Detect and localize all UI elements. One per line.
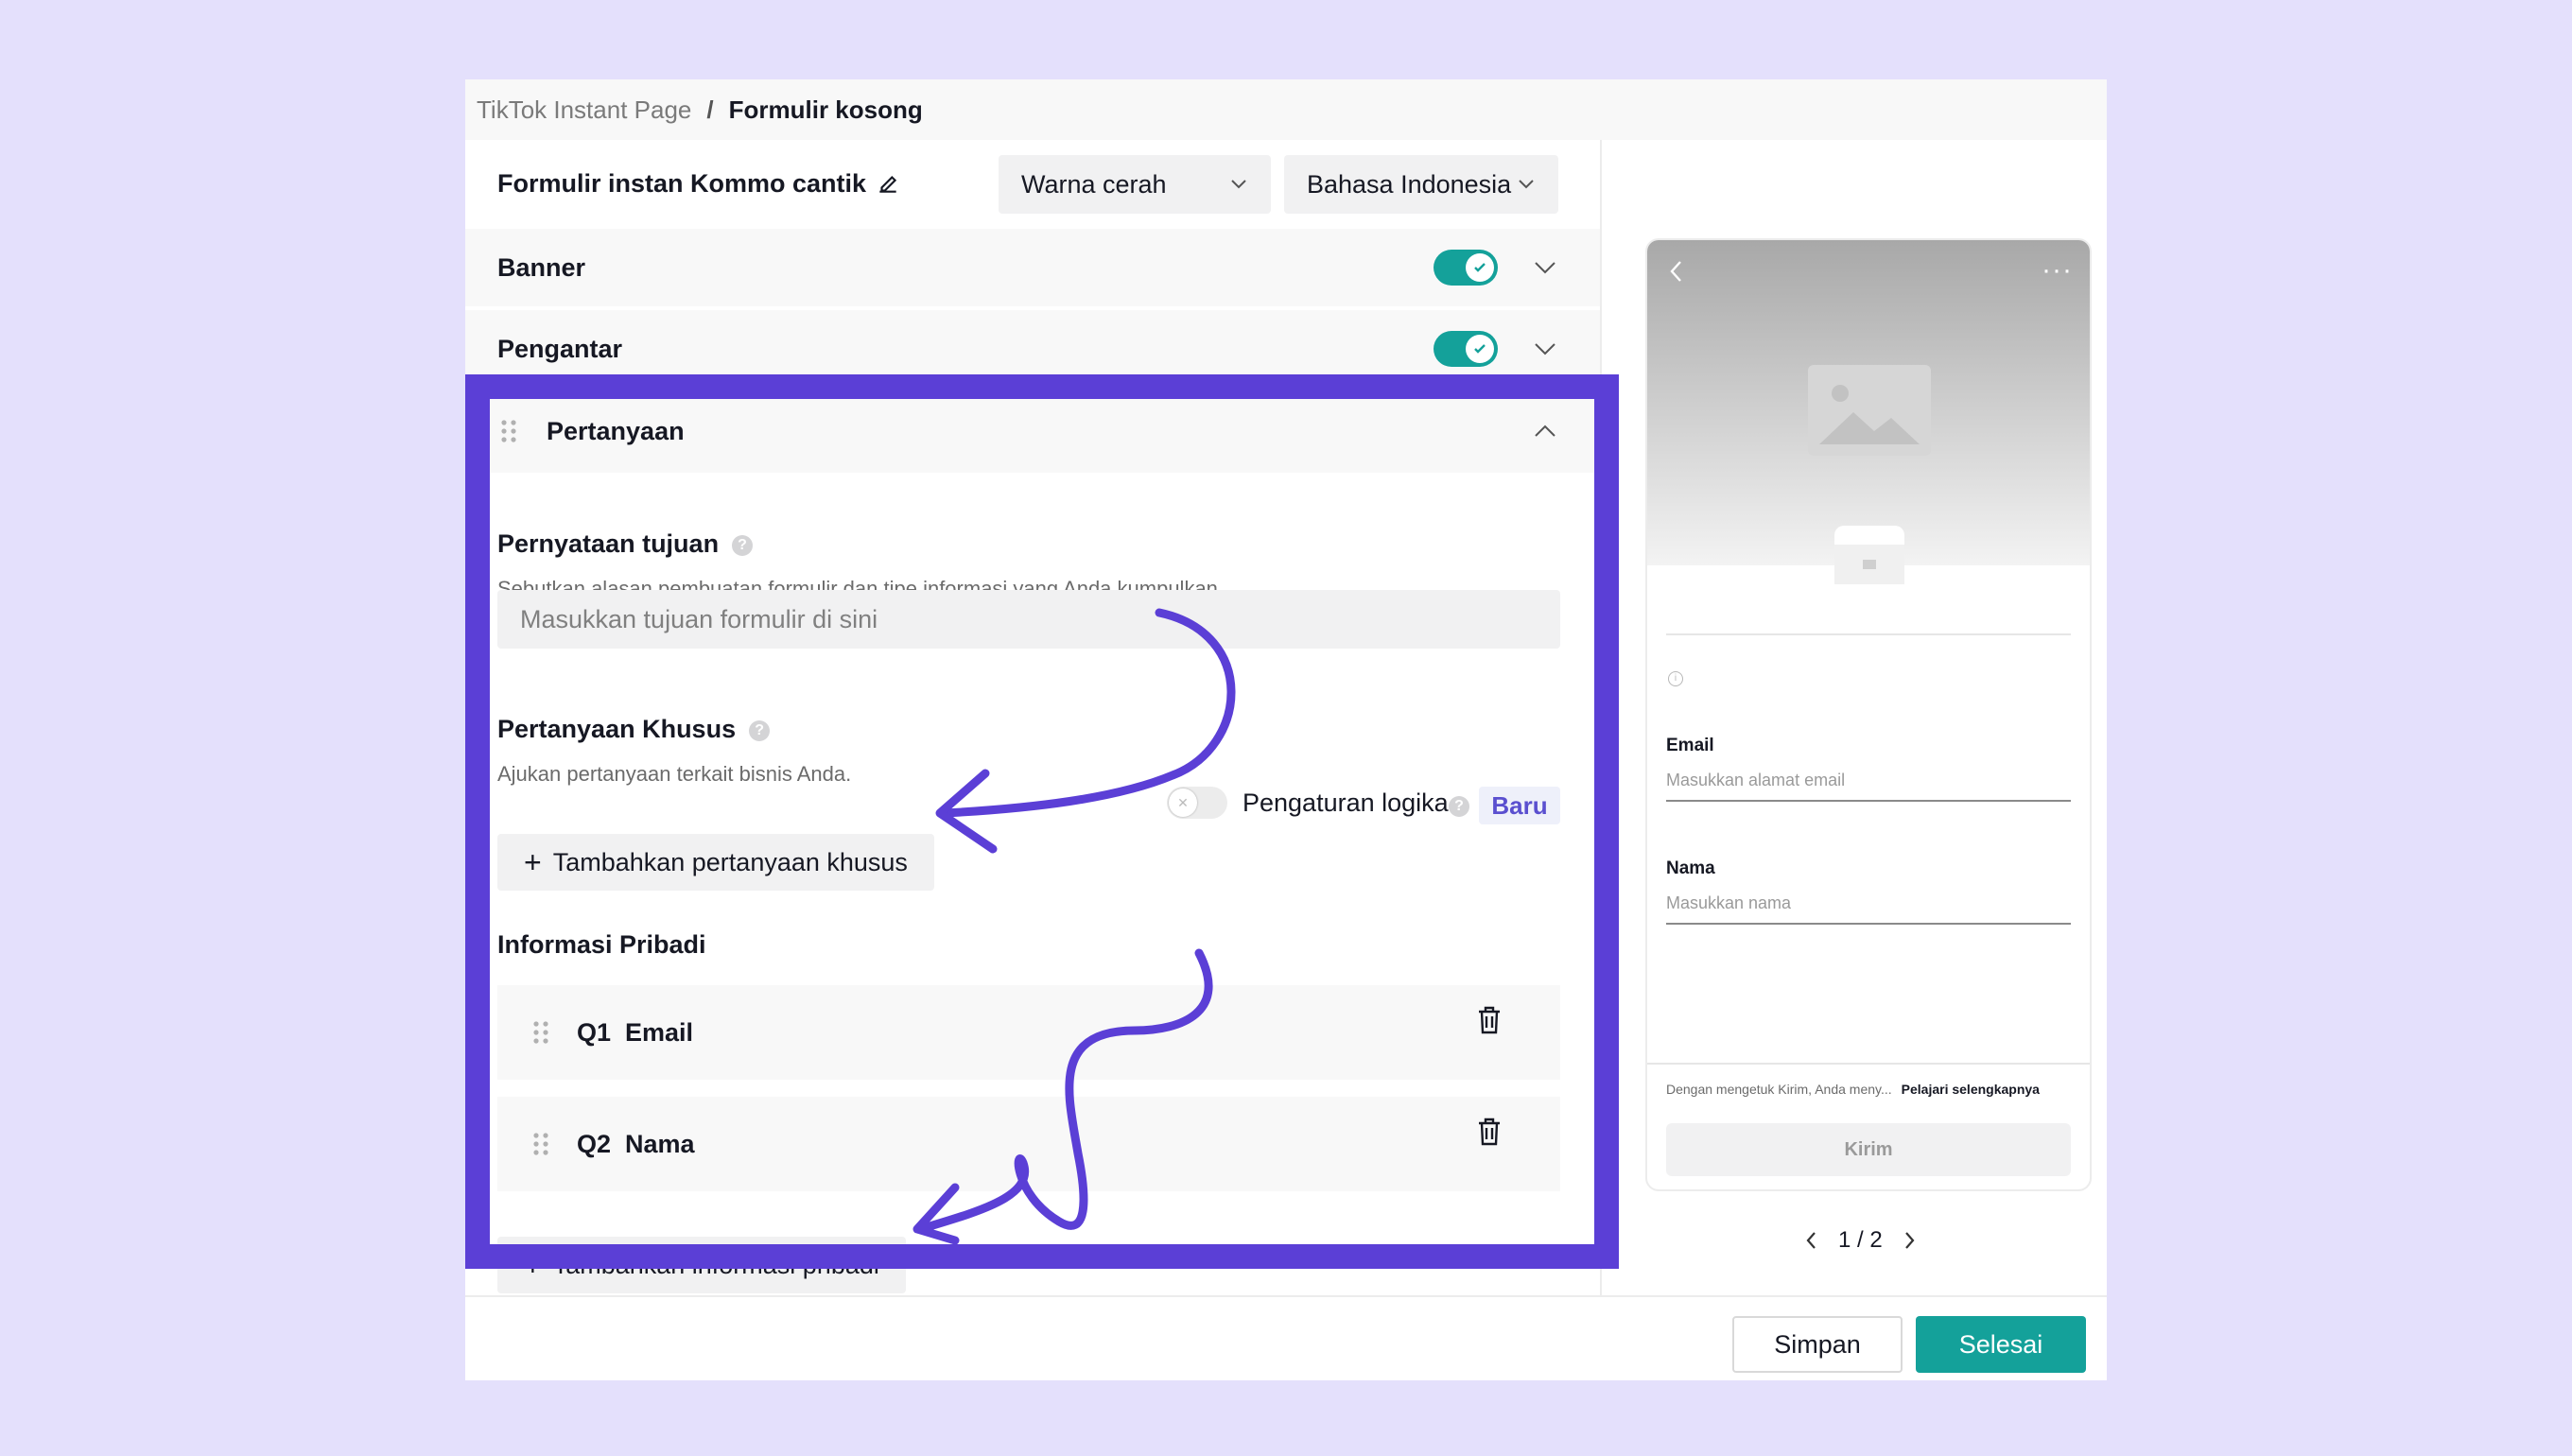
toggle-knob [1466,253,1494,282]
preview-terms: Dengan mengetuk Kirim, Anda meny... Pelaj… [1666,1082,2040,1097]
chevron-down-icon[interactable] [1534,261,1556,274]
preview-email-label: Email [1666,736,1714,755]
preview-submit-button[interactable]: Kirim [1666,1123,2071,1176]
check-icon [1474,344,1486,354]
language-select[interactable]: Bahasa Indonesia [1284,155,1558,214]
preview-panel: ··· i Email Nama Dengan mengetuk Ki [1600,140,2107,1295]
form-header: Formulir instan Kommo cantik Warna cerah… [465,140,1600,227]
form-name: Formulir instan Kommo cantik [497,168,867,198]
breadcrumb-separator: / [706,95,714,124]
language-select-value: Bahasa Indonesia [1307,169,1512,199]
pager-label: 1 / 2 [1838,1227,1883,1253]
preview-banner: ··· [1647,240,2090,565]
intro-toggle[interactable] [1434,331,1498,367]
breadcrumb-root[interactable]: TikTok Instant Page [477,95,691,125]
section-banner[interactable]: Banner [465,227,1600,306]
check-icon [1474,263,1486,272]
section-banner-label: Banner [497,252,586,282]
preview-logo-placeholder [1834,545,1904,584]
chevron-right-icon[interactable] [1903,1230,1917,1251]
image-icon [1863,560,1876,569]
divider [1647,1063,2090,1065]
save-button[interactable]: Simpan [1732,1316,1903,1373]
preview-name-label: Nama [1666,858,1715,878]
more-icon[interactable]: ··· [2042,256,2073,285]
preview-email-input[interactable] [1666,760,2071,802]
theme-select-value: Warna cerah [1021,169,1167,199]
chevron-left-icon[interactable] [1804,1230,1817,1251]
preview-pager: 1 / 2 [1804,1227,1917,1254]
phone-preview: ··· i Email Nama Dengan mengetuk Ki [1645,238,2092,1191]
divider [1666,633,2071,635]
chevron-down-icon[interactable] [1534,342,1556,355]
info-icon: i [1668,671,1683,686]
breadcrumb-current: Formulir kosong [728,95,923,124]
highlight-frame [465,374,1619,1269]
terms-link[interactable]: Pelajari selengkapnya [1902,1082,2040,1097]
chevron-down-icon [1231,180,1246,189]
preview-name-input[interactable] [1666,883,2071,925]
image-icon [1808,365,1931,456]
section-intro-label: Pengantar [497,334,623,363]
banner-toggle[interactable] [1434,250,1498,286]
theme-select[interactable]: Warna cerah [999,155,1271,214]
done-button[interactable]: Selesai [1916,1316,2086,1373]
edit-icon[interactable] [876,171,900,196]
footer-bar: Simpan Selesai [465,1295,2107,1380]
back-icon[interactable] [1668,259,1683,284]
toggle-knob [1466,335,1494,363]
preview-logo [1834,526,1904,584]
chevron-down-icon [1519,180,1534,189]
breadcrumb: TikTok Instant Page / Formulir kosong [465,79,2107,140]
